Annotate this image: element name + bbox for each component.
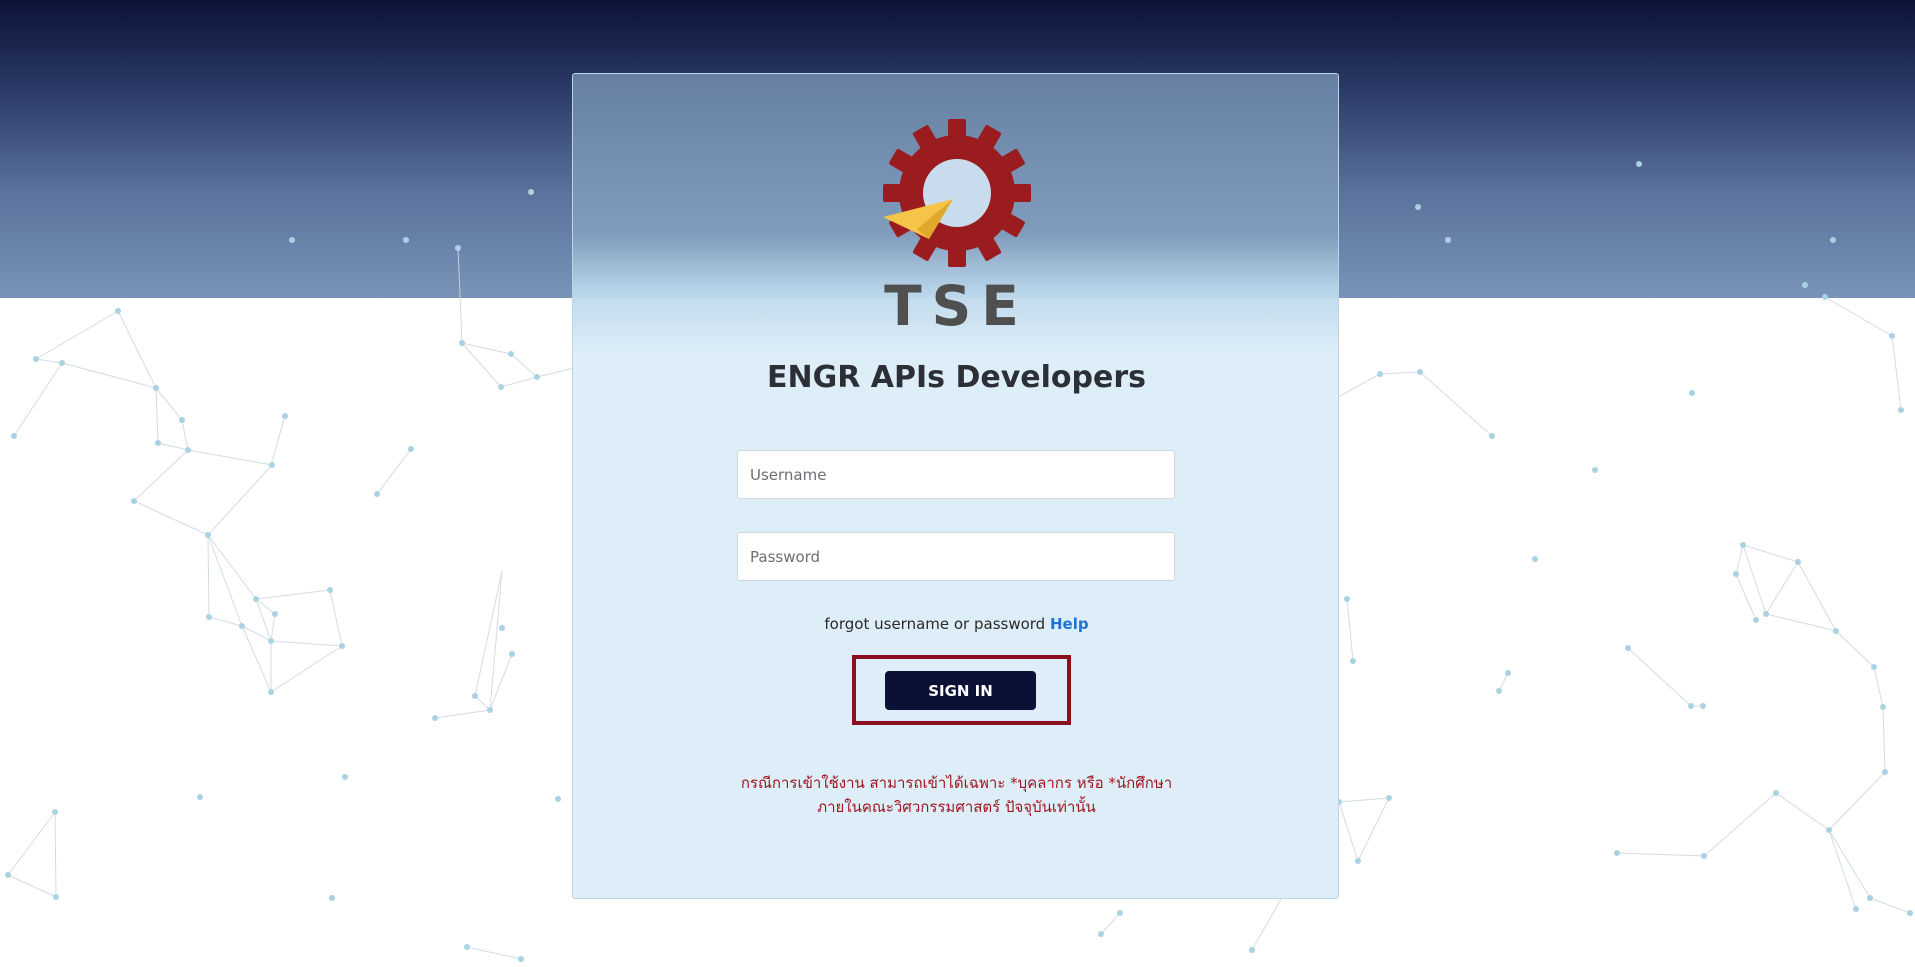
help-link[interactable]: Help xyxy=(1050,615,1089,633)
notice-line-2: ภายในคณะวิศวกรรมศาสตร์ ปัจจุบันเท่านั้น xyxy=(817,798,1096,816)
sign-in-button[interactable]: SIGN IN xyxy=(885,671,1036,710)
notice-line-1: กรณีการเข้าใช้งาน สามารถเข้าได้เฉพาะ *บุ… xyxy=(740,774,1173,792)
page-title: ENGR APIs Developers xyxy=(767,360,1146,395)
password-input[interactable] xyxy=(737,532,1175,581)
help-text: forgot username or password xyxy=(824,615,1046,633)
access-notice: กรณีการเข้าใช้งาน สามารถเข้าได้เฉพาะ *บุ… xyxy=(573,771,1340,819)
sign-in-highlight: SIGN IN xyxy=(852,655,1071,725)
gear-compass-icon xyxy=(883,119,1031,387)
login-page: TSE ENGR APIs Developers forgot username… xyxy=(0,0,1915,967)
brand-name: TSE xyxy=(884,274,1029,338)
username-input[interactable] xyxy=(737,450,1175,499)
login-card: TSE ENGR APIs Developers forgot username… xyxy=(572,73,1339,899)
help-row: forgot username or password Help xyxy=(573,615,1340,633)
